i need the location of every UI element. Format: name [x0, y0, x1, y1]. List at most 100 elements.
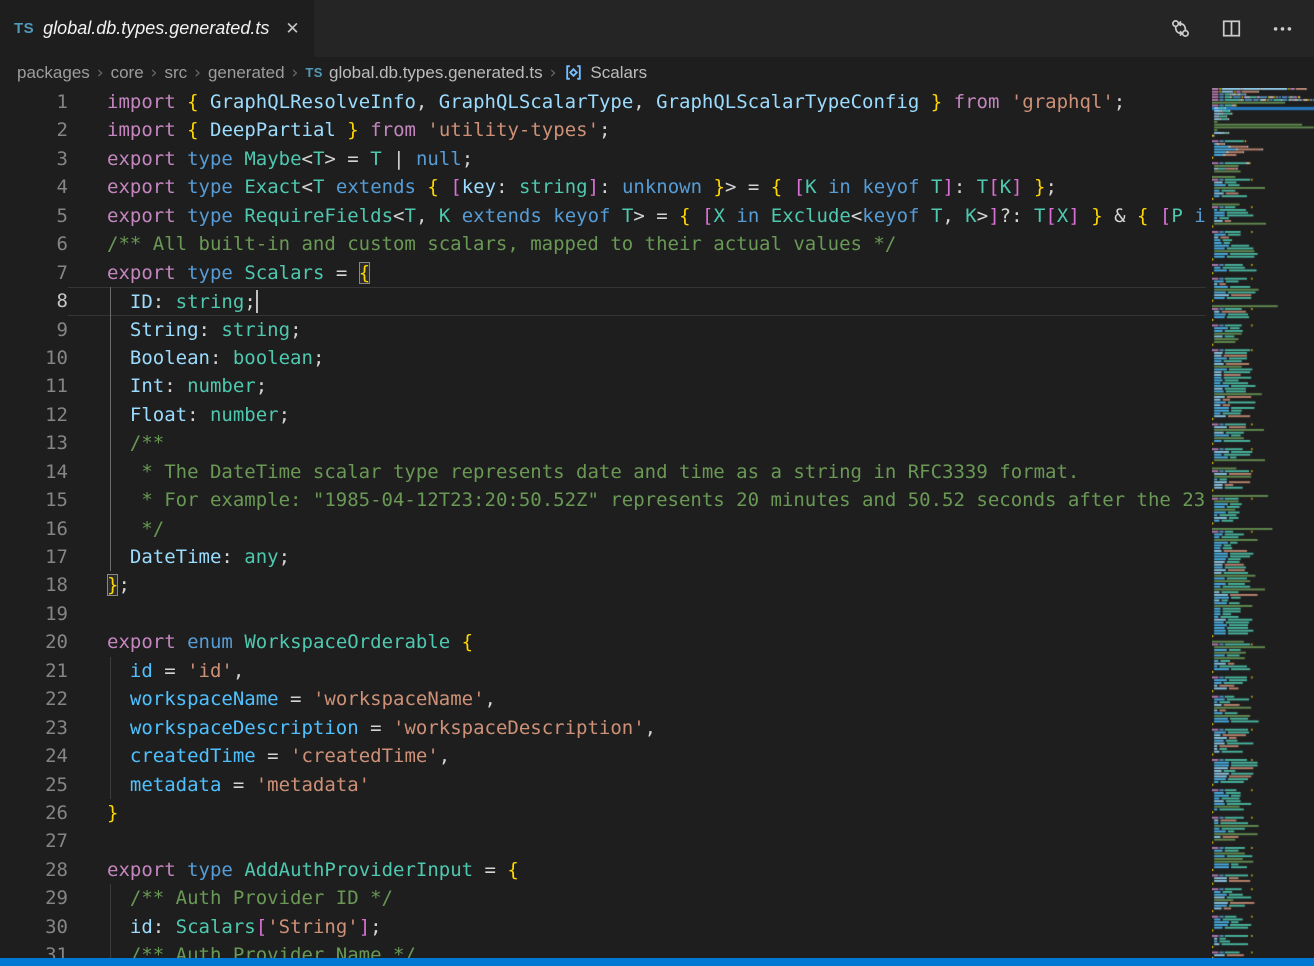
code-line[interactable]: 15 * For example: "1985-04-12T23:20:50.5… [0, 486, 1206, 514]
code-text[interactable]: Float: number; [68, 401, 1206, 429]
code-text[interactable]: metadata = 'metadata' [68, 771, 1206, 799]
code-line[interactable]: 25 metadata = 'metadata' [0, 771, 1206, 799]
line-number[interactable]: 4 [0, 173, 68, 201]
line-number[interactable]: 28 [0, 856, 68, 884]
code-line[interactable]: 12 Float: number; [0, 401, 1206, 429]
code-line[interactable]: 13 /** [0, 429, 1206, 457]
code-text[interactable]: /** All built-in and custom scalars, map… [68, 230, 1206, 258]
tab-global-db-types[interactable]: TS global.db.types.generated.ts ✕ [0, 0, 314, 57]
code-editor[interactable]: 1import { GraphQLResolveInfo, GraphQLSca… [0, 88, 1314, 958]
compare-changes-icon[interactable] [1169, 17, 1192, 40]
code-text[interactable]: import { DeepPartial } from 'utility-typ… [68, 116, 1206, 144]
code-line[interactable]: 20export enum WorkspaceOrderable { [0, 628, 1206, 656]
line-number[interactable]: 20 [0, 628, 68, 656]
code-text[interactable]: export type AddAuthProviderInput = { [68, 856, 1206, 884]
code-text[interactable]: }; [68, 571, 1206, 599]
code-text[interactable]: id: Scalars['String']; [68, 913, 1206, 941]
line-number[interactable]: 5 [0, 202, 68, 230]
code-text[interactable]: /** [68, 429, 1206, 457]
line-number[interactable]: 19 [0, 600, 68, 628]
code-line[interactable]: 19 [0, 600, 1206, 628]
code-line[interactable]: 18}; [0, 571, 1206, 599]
line-number[interactable]: 29 [0, 884, 68, 912]
tab-close-icon[interactable]: ✕ [281, 17, 303, 41]
breadcrumb-item-packages[interactable]: packages [17, 63, 90, 83]
code-line[interactable]: 6/** All built-in and custom scalars, ma… [0, 230, 1206, 258]
code-text[interactable]: * For example: "1985-04-12T23:20:50.52Z"… [68, 486, 1206, 514]
code-line[interactable]: 31 /** Auth Provider Name */ [0, 941, 1206, 958]
code-line[interactable]: 30 id: Scalars['String']; [0, 913, 1206, 941]
line-number[interactable]: 24 [0, 742, 68, 770]
code-text[interactable]: * The DateTime scalar type represents da… [68, 458, 1206, 486]
code-line[interactable]: 22 workspaceName = 'workspaceName', [0, 685, 1206, 713]
code-text[interactable]: /** Auth Provider Name */ [68, 941, 1206, 958]
line-number[interactable]: 26 [0, 799, 68, 827]
line-number[interactable]: 12 [0, 401, 68, 429]
code-text[interactable]: } [68, 799, 1206, 827]
line-number[interactable]: 30 [0, 913, 68, 941]
breadcrumb-item-generated[interactable]: generated [208, 63, 285, 83]
line-number[interactable]: 25 [0, 771, 68, 799]
minimap[interactable] [1212, 88, 1314, 958]
code-line[interactable]: 29 /** Auth Provider ID */ [0, 884, 1206, 912]
more-actions-icon[interactable] [1271, 17, 1294, 40]
split-editor-icon[interactable] [1220, 17, 1243, 40]
code-text[interactable]: /** Auth Provider ID */ [68, 884, 1206, 912]
code-line[interactable]: 10 Boolean: boolean; [0, 344, 1206, 372]
line-number[interactable]: 9 [0, 316, 68, 344]
line-number[interactable]: 23 [0, 714, 68, 742]
code-line[interactable]: 3export type Maybe<T> = T | null; [0, 145, 1206, 173]
breadcrumb-item-scalars[interactable]: Scalars [563, 62, 647, 83]
code-line[interactable]: 1import { GraphQLResolveInfo, GraphQLSca… [0, 88, 1206, 116]
code-line[interactable]: 16 */ [0, 515, 1206, 543]
code-line[interactable]: 27 [0, 827, 1206, 855]
code-line[interactable]: 24 createdTime = 'createdTime', [0, 742, 1206, 770]
line-number[interactable]: 8 [0, 287, 68, 315]
code-line[interactable]: 2import { DeepPartial } from 'utility-ty… [0, 116, 1206, 144]
line-number[interactable]: 31 [0, 941, 68, 958]
code-text[interactable]: export type RequireFields<T, K extends k… [68, 202, 1206, 230]
code-text[interactable]: workspaceName = 'workspaceName', [68, 685, 1206, 713]
code-line[interactable]: 5export type RequireFields<T, K extends … [0, 202, 1206, 230]
code-text[interactable]: id = 'id', [68, 657, 1206, 685]
line-number[interactable]: 2 [0, 116, 68, 144]
line-number[interactable]: 16 [0, 515, 68, 543]
code-text[interactable]: DateTime: any; [68, 543, 1206, 571]
code-line[interactable]: 11 Int: number; [0, 372, 1206, 400]
code-line[interactable]: 4export type Exact<T extends { [key: str… [0, 173, 1206, 201]
code-line[interactable]: 14 * The DateTime scalar type represents… [0, 458, 1206, 486]
code-line[interactable]: 23 workspaceDescription = 'workspaceDesc… [0, 714, 1206, 742]
line-number[interactable]: 6 [0, 230, 68, 258]
code-line[interactable]: 26} [0, 799, 1206, 827]
code-text[interactable]: createdTime = 'createdTime', [68, 742, 1206, 770]
line-number[interactable]: 3 [0, 145, 68, 173]
code-text[interactable]: Boolean: boolean; [68, 344, 1206, 372]
line-number[interactable]: 27 [0, 827, 68, 855]
line-number[interactable]: 1 [0, 88, 68, 116]
line-number[interactable]: 14 [0, 458, 68, 486]
code-text[interactable]: workspaceDescription = 'workspaceDescrip… [68, 714, 1206, 742]
code-text[interactable]: String: string; [68, 316, 1206, 344]
line-number[interactable]: 15 [0, 486, 68, 514]
code-text[interactable]: import { GraphQLResolveInfo, GraphQLScal… [68, 88, 1206, 116]
code-line[interactable]: 17 DateTime: any; [0, 543, 1206, 571]
code-text[interactable]: ID: string; [68, 287, 1206, 315]
code-line[interactable]: 21 id = 'id', [0, 657, 1206, 685]
line-number[interactable]: 11 [0, 372, 68, 400]
line-number[interactable]: 17 [0, 543, 68, 571]
code-text[interactable]: export enum WorkspaceOrderable { [68, 628, 1206, 656]
code-text[interactable]: export type Exact<T extends { [key: stri… [68, 173, 1206, 201]
code-text[interactable] [68, 827, 1206, 855]
line-number[interactable]: 18 [0, 571, 68, 599]
breadcrumb-item-core[interactable]: core [111, 63, 144, 83]
line-number[interactable]: 22 [0, 685, 68, 713]
breadcrumb-item-global-db-types-generated-ts[interactable]: TSglobal.db.types.generated.ts [305, 63, 542, 83]
code-text[interactable]: */ [68, 515, 1206, 543]
code-line[interactable]: 7export type Scalars = { [0, 259, 1206, 287]
code-text[interactable]: Int: number; [68, 372, 1206, 400]
line-number[interactable]: 10 [0, 344, 68, 372]
code-line[interactable]: 8 ID: string; [0, 287, 1206, 315]
breadcrumb-item-src[interactable]: src [164, 63, 187, 83]
code-text[interactable]: export type Scalars = { [68, 259, 1206, 287]
line-number[interactable]: 13 [0, 429, 68, 457]
